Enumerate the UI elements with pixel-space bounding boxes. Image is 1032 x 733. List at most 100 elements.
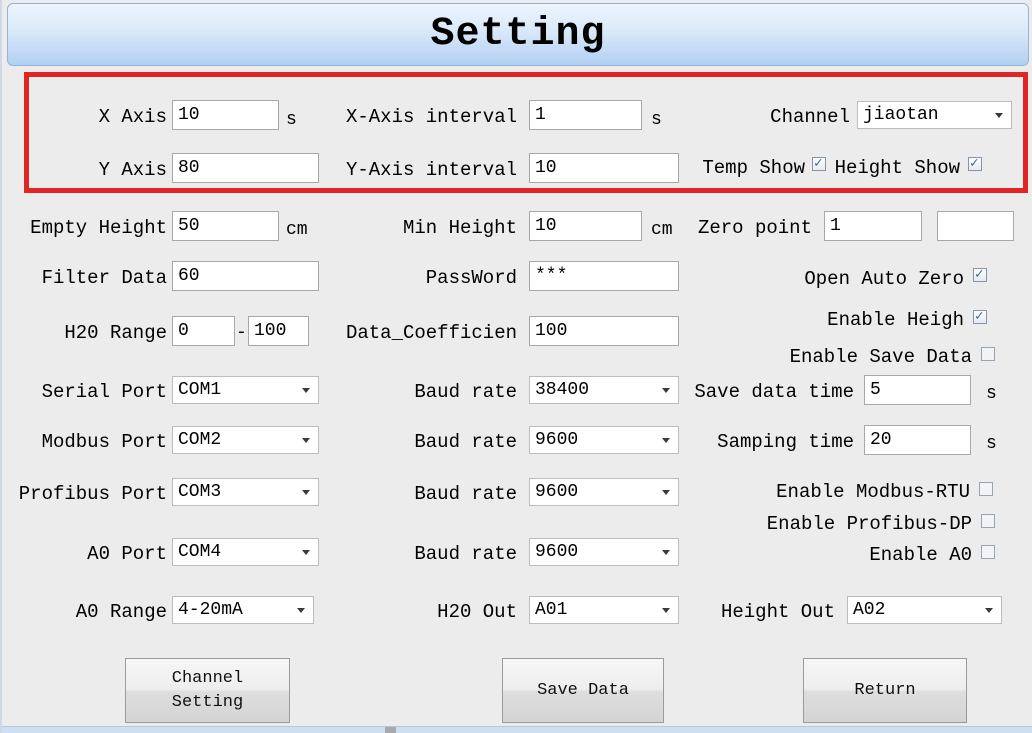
- chevron-down-icon: [302, 438, 310, 443]
- chevron-down-icon: [302, 550, 310, 555]
- y-interval-label: Y-Axis interval: [332, 158, 517, 182]
- samping-time-label: Samping time: [682, 430, 854, 454]
- h20-out-value: A01: [535, 598, 567, 622]
- profibus-port-label: Profibus Port: [2, 482, 167, 506]
- enable-a0-checkbox[interactable]: [981, 545, 995, 559]
- serial-port-value: COM1: [178, 378, 221, 402]
- zero-point-input[interactable]: [824, 211, 922, 241]
- baud-rate-a0-value: 9600: [535, 540, 578, 564]
- enable-profibus-dp-label: Enable Profibus-DP: [732, 512, 972, 536]
- open-auto-zero-label: Open Auto Zero: [762, 267, 964, 291]
- height-out-value: A02: [853, 598, 885, 622]
- save-data-time-unit: s: [986, 383, 997, 405]
- save-data-time-input[interactable]: [864, 375, 971, 405]
- x-axis-unit: s: [286, 109, 297, 131]
- enable-modbus-rtu-checkbox[interactable]: [979, 482, 993, 496]
- empty-height-label: Empty Height: [2, 216, 167, 240]
- password-label: PassWord: [332, 266, 517, 290]
- a0-port-select[interactable]: COM4: [172, 538, 319, 566]
- filter-data-label: Filter Data: [2, 266, 167, 290]
- modbus-port-select[interactable]: COM2: [172, 426, 319, 454]
- channel-setting-button[interactable]: Channel Setting: [125, 658, 290, 723]
- chevron-down-icon: [995, 113, 1003, 118]
- data-coefficien-input[interactable]: [529, 316, 679, 346]
- chevron-down-icon: [662, 490, 670, 495]
- modbus-port-value: COM2: [178, 428, 221, 452]
- enable-heigh-checkbox[interactable]: [973, 310, 987, 324]
- x-axis-input[interactable]: [172, 100, 279, 130]
- h20-range-separator: -: [236, 322, 247, 344]
- open-auto-zero-checkbox[interactable]: [973, 268, 987, 282]
- enable-a0-label: Enable A0: [762, 543, 972, 567]
- height-out-select[interactable]: A02: [847, 596, 1002, 624]
- setting-window: Setting X Axis s X-Axis interval s Chann…: [0, 0, 1032, 733]
- h20-out-select[interactable]: A01: [529, 596, 679, 624]
- enable-heigh-label: Enable Heigh: [762, 308, 964, 332]
- baud-rate-profibus-select[interactable]: 9600: [529, 478, 679, 506]
- modbus-port-label: Modbus Port: [2, 430, 167, 454]
- return-button[interactable]: Return: [803, 658, 967, 723]
- window-resize-grip: [385, 727, 396, 733]
- channel-select[interactable]: jiaotan: [857, 101, 1012, 129]
- a0-port-label: A0 Port: [2, 542, 167, 566]
- serial-port-select[interactable]: COM1: [172, 376, 319, 404]
- x-interval-input[interactable]: [529, 100, 642, 130]
- window-bottom-border: [2, 726, 1032, 733]
- baud-rate-profibus-label: Baud rate: [332, 482, 517, 506]
- chevron-down-icon: [662, 388, 670, 393]
- enable-save-data-label: Enable Save Data: [762, 345, 972, 369]
- chevron-down-icon: [297, 608, 305, 613]
- enable-modbus-rtu-label: Enable Modbus-RTU: [732, 480, 970, 504]
- page-title: Setting: [8, 12, 1028, 57]
- chevron-down-icon: [302, 490, 310, 495]
- password-input[interactable]: [529, 261, 679, 291]
- min-height-input[interactable]: [529, 211, 642, 241]
- height-show-checkbox[interactable]: [968, 157, 982, 171]
- title-bar: Setting: [7, 3, 1029, 66]
- height-out-label: Height Out: [682, 600, 835, 624]
- y-interval-input[interactable]: [529, 153, 679, 183]
- enable-save-data-checkbox[interactable]: [981, 347, 995, 361]
- h20-range-to-input[interactable]: [248, 316, 309, 346]
- samping-time-input[interactable]: [864, 425, 971, 455]
- a0-port-value: COM4: [178, 540, 221, 564]
- temp-show-label: Temp Show: [662, 156, 805, 180]
- height-show-label: Height Show: [832, 156, 960, 180]
- profibus-port-value: COM3: [178, 480, 221, 504]
- chevron-down-icon: [662, 550, 670, 555]
- baud-rate-serial-label: Baud rate: [332, 380, 517, 404]
- min-height-label: Min Height: [332, 216, 517, 240]
- a0-range-value: 4-20mA: [178, 598, 243, 622]
- x-interval-unit: s: [651, 109, 662, 131]
- baud-rate-serial-select[interactable]: 38400: [529, 376, 679, 404]
- x-interval-label: X-Axis interval: [332, 105, 517, 129]
- h20-range-from-input[interactable]: [172, 316, 235, 346]
- a0-range-select[interactable]: 4-20mA: [172, 596, 314, 624]
- baud-rate-modbus-label: Baud rate: [332, 430, 517, 454]
- enable-profibus-dp-checkbox[interactable]: [981, 514, 995, 528]
- baud-rate-a0-select[interactable]: 9600: [529, 538, 679, 566]
- save-data-time-label: Save data time: [682, 380, 854, 404]
- y-axis-label: Y Axis: [2, 158, 167, 182]
- samping-time-unit: s: [986, 433, 997, 455]
- baud-rate-profibus-value: 9600: [535, 480, 578, 504]
- baud-rate-a0-label: Baud rate: [332, 542, 517, 566]
- a0-range-label: A0 Range: [2, 600, 167, 624]
- empty-height-input[interactable]: [172, 211, 279, 241]
- serial-port-label: Serial Port: [2, 380, 167, 404]
- zero-point-label: Zero point: [662, 216, 812, 240]
- x-axis-label: X Axis: [2, 105, 167, 129]
- zero-point-secondary-input[interactable]: [937, 211, 1014, 241]
- baud-rate-modbus-value: 9600: [535, 428, 578, 452]
- channel-label: Channel: [702, 105, 850, 129]
- y-axis-input[interactable]: [172, 153, 319, 183]
- profibus-port-select[interactable]: COM3: [172, 478, 319, 506]
- baud-rate-modbus-select[interactable]: 9600: [529, 426, 679, 454]
- h20-out-label: H20 Out: [332, 600, 517, 624]
- chevron-down-icon: [662, 438, 670, 443]
- save-data-button[interactable]: Save Data: [502, 658, 664, 723]
- temp-show-checkbox[interactable]: [812, 157, 826, 171]
- channel-value: jiaotan: [863, 103, 939, 127]
- h20-range-label: H20 Range: [2, 321, 167, 345]
- filter-data-input[interactable]: [172, 261, 319, 291]
